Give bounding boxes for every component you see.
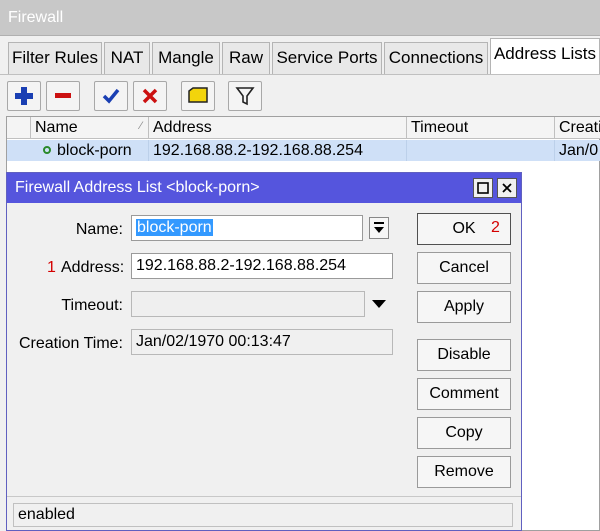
cell-creation: Jan/0	[559, 142, 599, 159]
comment-note-icon	[188, 87, 208, 103]
tab-service-ports[interactable]: Service Ports	[272, 42, 382, 74]
firewall-window-title: Firewall	[0, 0, 600, 36]
cancel-button[interactable]: Cancel	[417, 252, 511, 284]
creation-time-label: Creation Time:	[18, 335, 123, 352]
maximize-icon	[477, 182, 489, 194]
tab-raw[interactable]: Raw	[222, 42, 270, 74]
add-icon	[15, 87, 33, 105]
disable-button[interactable]	[133, 81, 167, 111]
enable-check-icon	[102, 88, 120, 104]
status-text: enabled	[13, 503, 513, 527]
disable-x-icon	[142, 88, 158, 104]
timeout-field[interactable]	[131, 291, 365, 317]
column-name-label: Name	[35, 119, 78, 136]
comment-button[interactable]: Comment	[417, 378, 511, 410]
toolbar	[0, 74, 600, 116]
cell-name-text: block-porn	[57, 142, 132, 159]
active-status-icon	[43, 146, 51, 154]
dialog-status-bar: enabled	[7, 496, 521, 530]
remove-button[interactable]	[46, 81, 80, 111]
tab-filter-rules[interactable]: Filter Rules	[8, 42, 102, 74]
name-field-value: block-porn	[136, 219, 213, 236]
remove-icon	[55, 93, 71, 98]
cell-address: 192.168.88.2-192.168.88.254	[149, 140, 407, 161]
creation-time-field: Jan/02/1970 00:13:47	[131, 329, 393, 355]
dropdown-arrow-icon	[372, 300, 386, 308]
timeout-label: Timeout:	[61, 297, 123, 314]
table-header: Name ⁄ Address Timeout Creati	[7, 117, 600, 139]
dialog-title-text: Firewall Address List <block-porn>	[15, 179, 260, 196]
ok-button-label: OK	[452, 220, 476, 237]
close-icon	[502, 183, 512, 193]
column-header-timeout[interactable]: Timeout	[407, 117, 555, 139]
column-header-creation[interactable]: Creati	[555, 117, 600, 139]
maximize-button[interactable]	[473, 178, 493, 198]
name-dropdown-button[interactable]	[369, 217, 389, 239]
annotation-marker-2: 2	[491, 219, 500, 236]
sort-indicator-icon: ⁄	[140, 120, 142, 132]
address-label: Address:	[61, 259, 125, 276]
comment-button[interactable]	[181, 81, 215, 111]
enable-button[interactable]	[94, 81, 128, 111]
address-list-dialog: Firewall Address List <block-porn> Name:…	[6, 172, 522, 531]
header-spacer	[7, 117, 31, 139]
address-field[interactable]: 192.168.88.2-192.168.88.254	[131, 253, 393, 279]
tab-connections[interactable]: Connections	[384, 42, 488, 74]
filter-icon	[235, 87, 255, 106]
dialog-title-bar[interactable]: Firewall Address List <block-porn>	[7, 173, 521, 203]
tab-mangle[interactable]: Mangle	[152, 42, 220, 74]
tab-nat[interactable]: NAT	[104, 42, 150, 74]
remove-button[interactable]: Remove	[417, 456, 511, 488]
dropdown-arrow-icon	[374, 222, 384, 233]
column-header-name[interactable]: Name ⁄	[31, 117, 149, 139]
tab-bar: Filter Rules NAT Mangle Raw Service Port…	[0, 36, 600, 74]
cell-timeout	[407, 140, 555, 161]
name-label: Name:	[75, 221, 123, 238]
timeout-dropdown-button[interactable]	[371, 297, 387, 315]
close-button[interactable]	[497, 178, 517, 198]
apply-button[interactable]: Apply	[417, 291, 511, 323]
copy-button[interactable]: Copy	[417, 417, 511, 449]
filter-button[interactable]	[228, 81, 262, 111]
table-row[interactable]: block-porn 192.168.88.2-192.168.88.254 J…	[7, 140, 600, 161]
disable-button[interactable]: Disable	[417, 339, 511, 371]
annotation-marker-1: 1	[47, 259, 56, 276]
add-button[interactable]	[7, 81, 41, 111]
column-header-address[interactable]: Address	[149, 117, 407, 139]
name-field[interactable]: block-porn	[131, 215, 363, 241]
cell-name: block-porn	[31, 140, 149, 161]
window-title-text: Firewall	[8, 9, 64, 26]
tab-address-lists[interactable]: Address Lists	[490, 38, 600, 74]
